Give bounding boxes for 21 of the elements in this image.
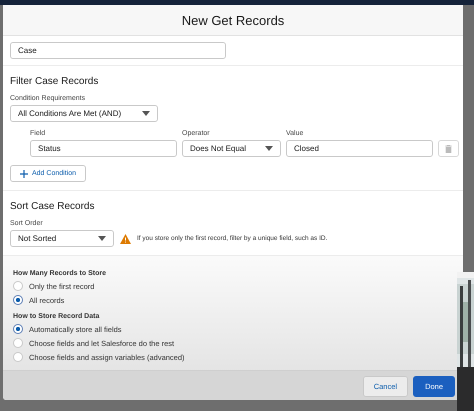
value-input[interactable]: Closed: [286, 140, 433, 157]
section-heading: Filter Case Records: [10, 76, 98, 87]
caret-icon: [265, 146, 273, 151]
radio-button[interactable]: [13, 352, 23, 362]
operator-dropdown[interactable]: Does Not Equal: [182, 140, 281, 157]
requirements-dropdown[interactable]: All Conditions Are Met (AND): [10, 105, 158, 122]
object-field[interactable]: Case: [10, 42, 226, 59]
radio-button[interactable]: [13, 281, 23, 291]
sort-order-dropdown[interactable]: Not Sorted: [10, 230, 114, 247]
radio-button[interactable]: [13, 338, 23, 348]
section-heading: Sort Case Records: [10, 201, 94, 212]
trash-icon: [445, 144, 452, 152]
plus-icon: [20, 170, 28, 178]
warning-icon: [120, 234, 131, 244]
caret-icon: [98, 236, 106, 241]
radio-button[interactable]: [13, 324, 23, 334]
field-input[interactable]: Status: [30, 140, 177, 157]
delete-button[interactable]: [438, 140, 459, 157]
modal-title: New Get Records: [182, 12, 284, 28]
radio-button[interactable]: [13, 295, 23, 305]
caret-icon: [142, 111, 150, 116]
